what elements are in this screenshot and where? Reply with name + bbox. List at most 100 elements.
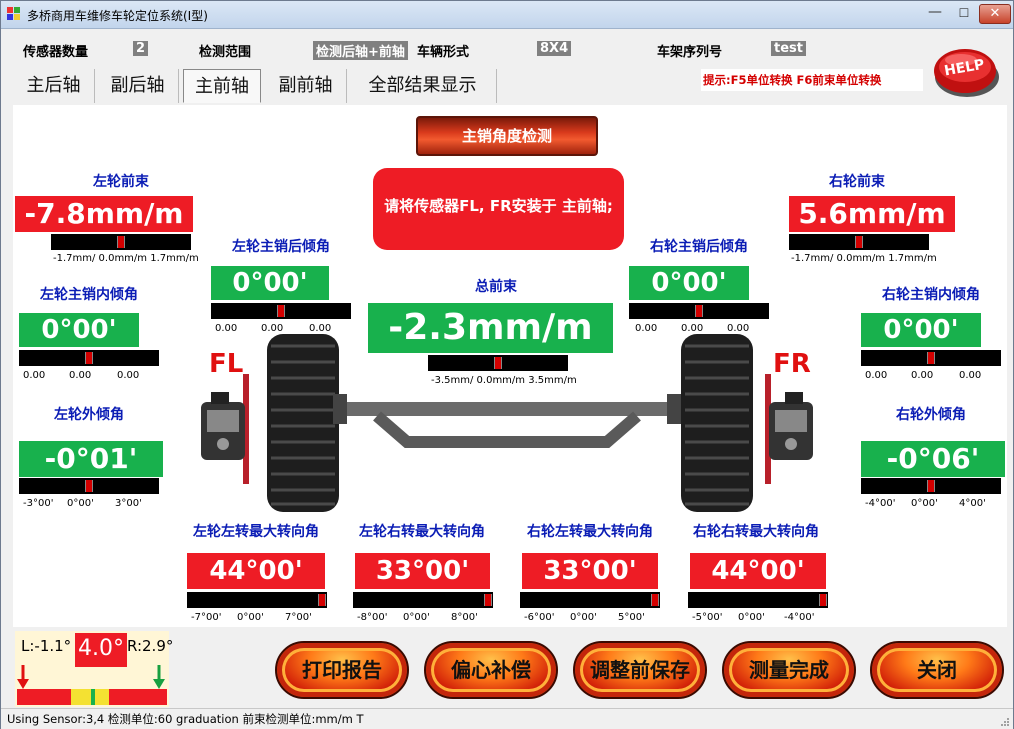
runout-compensation-label: 偏心补偿 bbox=[451, 658, 531, 682]
print-report-label: 打印报告 bbox=[302, 658, 382, 682]
turn-right-right-tick-min: -5°00' bbox=[692, 612, 723, 623]
kingpin-angle-test-button[interactable]: 主销角度检测 bbox=[416, 116, 598, 156]
left-kpi-tick-mid: 0.00 bbox=[69, 370, 92, 381]
left-toe-scale: -1.7mm/ 0.0mm/m 1.7mm/m bbox=[53, 253, 199, 264]
left-kpi-label: 左轮主销内倾角 bbox=[40, 287, 138, 303]
turn-left-right-value: 33°00' bbox=[355, 553, 490, 589]
left-caster-label: 左轮主销后倾角 bbox=[232, 239, 330, 255]
app-icon bbox=[7, 7, 21, 21]
print-report-button[interactable]: 打印报告 bbox=[275, 641, 409, 699]
right-camber-label: 右轮外倾角 bbox=[896, 407, 966, 423]
right-toe-label: 右轮前束 bbox=[829, 174, 885, 190]
tab-secondary-front-axle[interactable]: 副前轴 bbox=[265, 69, 347, 103]
turn-left-right-tick-mid: 0°00' bbox=[403, 612, 430, 623]
runout-compensation-button[interactable]: 偏心补偿 bbox=[424, 641, 558, 699]
left-tire-icon bbox=[267, 334, 339, 512]
frame-serial-value: test bbox=[771, 41, 806, 56]
right-kpi-bar bbox=[861, 350, 1001, 366]
turn-left-left-bar bbox=[187, 592, 327, 608]
main-window: 多桥商用车维修车轮定位系统(I型) — ☐ ✕ 传感器数量 2 检测范围 检测后… bbox=[0, 0, 1014, 729]
turn-left-left-marker bbox=[318, 594, 326, 606]
gauge-left-value: L:-1.1° bbox=[21, 637, 72, 655]
right-caster-value: 0°00' bbox=[629, 266, 749, 300]
vehicle-type-value: 8X4 bbox=[537, 41, 572, 56]
right-caster-marker bbox=[695, 305, 703, 317]
sensor-instruction-message: 请将传感器FL, FR安装于 主前轴; bbox=[373, 168, 624, 250]
left-arrow-icon bbox=[17, 665, 29, 689]
sensor-count-label: 传感器数量 bbox=[23, 45, 89, 60]
left-caster-bar bbox=[211, 303, 351, 319]
left-camber-tick-min: -3°00' bbox=[23, 498, 54, 509]
range-value: 检测后轴+前轴 bbox=[313, 41, 408, 60]
turn-right-right-tick-mid: 0°00' bbox=[738, 612, 765, 623]
maximize-button[interactable]: ☐ bbox=[951, 4, 977, 24]
gauge-arrows bbox=[17, 665, 165, 689]
gauge-strip bbox=[17, 689, 167, 705]
measurement-done-button[interactable]: 测量完成 bbox=[722, 641, 856, 699]
left-sensor-icon bbox=[201, 374, 249, 484]
turn-right-right-label: 右轮右转最大转向角 bbox=[693, 524, 819, 540]
save-before-adjust-button[interactable]: 调整前保存 bbox=[573, 641, 707, 699]
left-toe-label: 左轮前束 bbox=[93, 174, 149, 190]
help-button[interactable]: HELP bbox=[931, 43, 1001, 101]
left-caster-marker bbox=[277, 305, 285, 317]
right-caster-tick-max: 0.00 bbox=[727, 323, 750, 334]
right-caster-tick-min: 0.00 bbox=[635, 323, 658, 334]
minimize-button[interactable]: — bbox=[921, 4, 949, 24]
save-before-adjust-label: 调整前保存 bbox=[590, 658, 690, 682]
right-kpi-value: 0°00' bbox=[861, 313, 981, 347]
turn-left-left-tick-max: 7°00' bbox=[285, 612, 312, 623]
turn-right-right-tick-max: -4°00' bbox=[784, 612, 815, 623]
right-caster-label: 右轮主销后倾角 bbox=[650, 239, 748, 255]
left-camber-tick-max: 3°00' bbox=[115, 498, 142, 509]
measurement-done-label: 测量完成 bbox=[749, 658, 829, 682]
turn-right-right-value: 44°00' bbox=[690, 553, 826, 589]
axle-beam-icon bbox=[333, 394, 681, 448]
right-camber-tick-min: -4°00' bbox=[865, 498, 896, 509]
left-caster-value: 0°00' bbox=[211, 266, 329, 300]
turn-left-left-tick-mid: 0°00' bbox=[237, 612, 264, 623]
right-caster-bar bbox=[629, 303, 769, 319]
gauge-right-value: R:2.9° bbox=[127, 637, 174, 655]
right-toe-bar bbox=[789, 234, 929, 250]
frame-serial-label: 车架序列号 bbox=[657, 45, 723, 60]
left-kpi-tick-max: 0.00 bbox=[117, 370, 140, 381]
status-text: Using Sensor:3,4 检测单位:60 graduation 前束检测… bbox=[7, 712, 364, 726]
sensor-count-value: 2 bbox=[133, 41, 149, 56]
left-camber-label: 左轮外倾角 bbox=[54, 407, 124, 423]
vehicle-type-label: 车辆形式 bbox=[417, 45, 470, 60]
right-toe-value: 5.6mm/m bbox=[789, 196, 955, 232]
left-camber-value: -0°01' bbox=[19, 441, 163, 477]
turn-left-right-bar bbox=[353, 592, 493, 608]
right-camber-tick-max: 4°00' bbox=[959, 498, 986, 509]
range-label: 检测范围 bbox=[199, 45, 252, 60]
gauge-center-value: 4.0° bbox=[75, 633, 127, 667]
turn-left-right-tick-max: 8°00' bbox=[451, 612, 478, 623]
close-button[interactable]: 关闭 bbox=[870, 641, 1004, 699]
right-camber-value: -0°06' bbox=[861, 441, 1005, 477]
turn-right-left-tick-max: 5°00' bbox=[618, 612, 645, 623]
left-kpi-tick-min: 0.00 bbox=[23, 370, 46, 381]
tab-secondary-rear-axle[interactable]: 副后轴 bbox=[97, 69, 179, 103]
resize-grip-icon[interactable] bbox=[1000, 717, 1010, 727]
right-toe-marker bbox=[855, 236, 863, 248]
right-camber-marker bbox=[927, 480, 935, 492]
left-caster-tick-min: 0.00 bbox=[215, 323, 238, 334]
turn-right-left-tick-mid: 0°00' bbox=[570, 612, 597, 623]
right-toe-scale: -1.7mm/ 0.0mm/m 1.7mm/m bbox=[791, 253, 937, 264]
tab-main-front-axle[interactable]: 主前轴 bbox=[183, 69, 261, 103]
close-window-button[interactable]: ✕ bbox=[979, 4, 1011, 24]
right-kpi-tick-mid: 0.00 bbox=[911, 370, 934, 381]
right-kpi-tick-max: 0.00 bbox=[959, 370, 982, 381]
left-toe-value: -7.8mm/m bbox=[15, 196, 193, 232]
left-kpi-value: 0°00' bbox=[19, 313, 139, 347]
right-sensor-icon bbox=[765, 374, 813, 484]
tab-main-rear-axle[interactable]: 主后轴 bbox=[13, 69, 95, 103]
tab-all-results[interactable]: 全部结果显示 bbox=[349, 69, 497, 103]
left-toe-bar bbox=[51, 234, 191, 250]
turn-left-left-tick-min: -7°00' bbox=[191, 612, 222, 623]
left-toe-marker bbox=[117, 236, 125, 248]
turn-right-right-bar bbox=[688, 592, 828, 608]
left-camber-bar bbox=[19, 478, 159, 494]
left-caster-tick-max: 0.00 bbox=[309, 323, 332, 334]
